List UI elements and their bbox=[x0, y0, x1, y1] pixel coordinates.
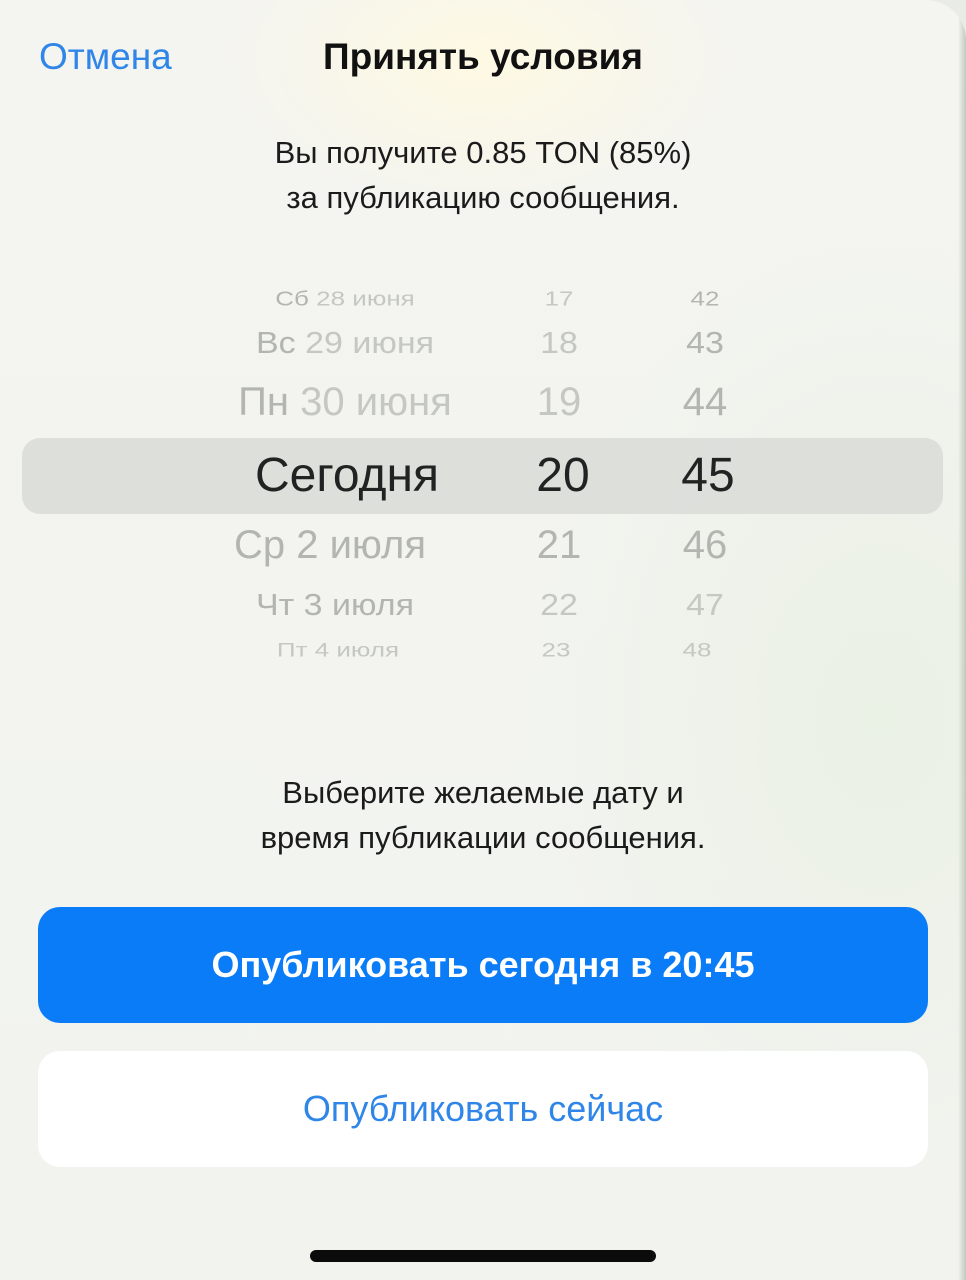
picker-minute[interactable]: 44 bbox=[683, 380, 728, 425]
picker-minute[interactable]: 42 bbox=[691, 287, 720, 311]
picker-row[interactable]: Пн 30 июня 19 44 bbox=[0, 380, 966, 426]
picker-date: 2 июля bbox=[296, 523, 427, 567]
picker-hour[interactable]: 22 bbox=[540, 588, 578, 623]
reward-line-2: за публикацию сообщения. bbox=[286, 180, 680, 215]
picker-date: 3 июля bbox=[303, 588, 415, 623]
reward-description: Вы получите 0.85 TON (85%) за публикацию… bbox=[0, 130, 966, 220]
picker-date-cell[interactable]: Сб 28 июня bbox=[275, 287, 415, 311]
publish-scheduled-button[interactable]: Опубликовать сегодня в 20:45 bbox=[38, 907, 928, 1023]
picker-date: 29 июня bbox=[305, 326, 435, 361]
picker-date: 4 июля bbox=[314, 638, 400, 661]
picker-minute[interactable]: 43 bbox=[686, 326, 724, 361]
picker-date-selected: Сегодня bbox=[255, 449, 439, 502]
picker-row[interactable]: Пт 4 июля 23 48 bbox=[0, 638, 966, 664]
hint-line-1: Выберите желаемые дату и bbox=[282, 775, 684, 810]
picker-date-cell[interactable]: Пн 30 июня bbox=[238, 380, 452, 425]
publish-now-button[interactable]: Опубликовать сейчас bbox=[38, 1051, 928, 1167]
reward-line-1: Вы получите 0.85 TON (85%) bbox=[274, 135, 692, 170]
publish-now-label: Опубликовать сейчас bbox=[302, 1088, 664, 1129]
picker-hour[interactable]: 18 bbox=[540, 326, 578, 361]
picker-hour-selected[interactable]: 20 bbox=[536, 448, 589, 503]
picker-minute[interactable]: 46 bbox=[683, 523, 728, 568]
picker-row[interactable]: Чт 3 июля 22 47 bbox=[0, 588, 966, 624]
picker-day: Вс bbox=[255, 326, 296, 361]
picker-date-cell[interactable]: Чт 3 июля bbox=[256, 588, 414, 623]
picker-hour[interactable]: 21 bbox=[537, 523, 582, 568]
picker-date-cell[interactable]: Ср 2 июля bbox=[234, 523, 426, 568]
picker-day: Чт bbox=[255, 588, 295, 623]
picker-minute[interactable]: 48 bbox=[683, 638, 712, 661]
hint-line-2: время публикации сообщения. bbox=[260, 820, 706, 855]
picker-day: Пт bbox=[276, 638, 308, 661]
picker-date: 30 июня bbox=[300, 380, 452, 424]
date-time-picker[interactable]: Сб 28 июня 17 42 Вс 29 июня 18 43 Пн 30 … bbox=[0, 268, 966, 678]
sheet-title: Принять условия bbox=[323, 36, 643, 77]
picker-day: Пн bbox=[238, 380, 290, 424]
picker-row[interactable]: Ср 2 июля 21 46 bbox=[0, 523, 966, 569]
picker-hour[interactable]: 17 bbox=[545, 287, 574, 311]
picker-row[interactable]: Сб 28 июня 17 42 bbox=[0, 287, 966, 314]
picker-date-cell[interactable]: Вс 29 июня bbox=[256, 326, 434, 361]
picker-day: Сб bbox=[275, 286, 309, 311]
picker-date: 28 июня bbox=[316, 286, 415, 311]
picker-date-cell-selected[interactable]: Сегодня bbox=[255, 448, 439, 503]
picker-hour[interactable]: 23 bbox=[542, 638, 571, 661]
home-indicator[interactable] bbox=[310, 1250, 656, 1262]
picker-minute-selected[interactable]: 45 bbox=[681, 448, 734, 503]
picker-minute[interactable]: 47 bbox=[686, 588, 724, 623]
picker-row[interactable]: Вс 29 июня 18 43 bbox=[0, 326, 966, 362]
accept-terms-sheet: Отмена Принять условия Вы получите 0.85 … bbox=[0, 0, 966, 1280]
picker-date-cell[interactable]: Пт 4 июля bbox=[277, 638, 399, 661]
picker-hint: Выберите желаемые дату и время публикаци… bbox=[0, 770, 966, 860]
picker-row-selected[interactable]: Сегодня 20 45 bbox=[0, 448, 966, 504]
picker-hour[interactable]: 19 bbox=[537, 380, 582, 425]
publish-scheduled-label: Опубликовать сегодня в 20:45 bbox=[211, 944, 755, 985]
picker-day: Ср bbox=[233, 523, 286, 567]
